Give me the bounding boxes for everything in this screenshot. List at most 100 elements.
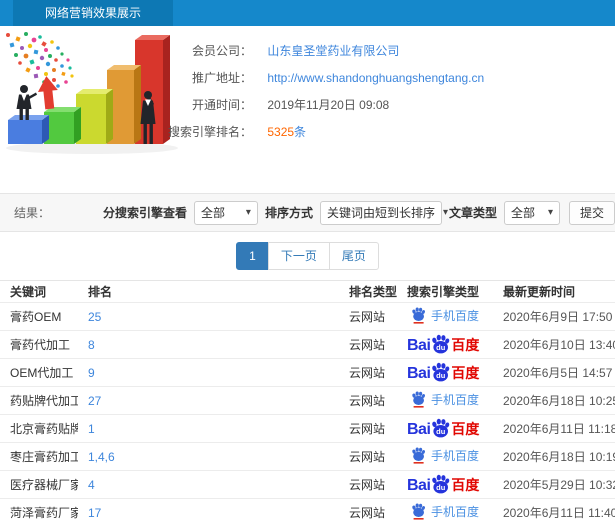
info-row-company: 会员公司： 山东皇圣堂药业有限公司 bbox=[160, 38, 484, 65]
table-row: 药贴牌代加工 27 云网站 手机百度 2020年6月18日 10:25 bbox=[0, 386, 615, 415]
rank-link[interactable]: 1,4,6 bbox=[88, 450, 115, 464]
sort-filter-label: 排序方式 bbox=[264, 206, 313, 220]
bar-green bbox=[44, 107, 81, 144]
engine-cell: Bai du 百度 bbox=[399, 358, 495, 387]
updated-cell: 2020年6月11日 11:40 bbox=[495, 498, 615, 520]
rank-cell: 1 bbox=[78, 414, 339, 443]
info-row-url: 推广地址： http://www.shandonghuangshengtang.… bbox=[160, 65, 484, 92]
rank-link[interactable]: 27 bbox=[88, 394, 101, 408]
promo-url-label: 推广地址： bbox=[191, 71, 252, 85]
engine-cell: Bai du 百度 bbox=[399, 330, 495, 359]
svg-text:du: du bbox=[437, 371, 447, 380]
article-type-label: 文章类型 bbox=[448, 206, 497, 220]
rank-cell: 4 bbox=[78, 470, 339, 499]
updated-cell: 2020年6月18日 10:25 bbox=[495, 386, 615, 415]
baidu-paw-icon bbox=[412, 391, 425, 408]
submit-button[interactable]: 提交 bbox=[568, 200, 615, 225]
rank-type-cell: 云网站 bbox=[339, 330, 399, 359]
open-time-label: 开通时间： bbox=[191, 98, 252, 112]
updated-cell: 2020年5月29日 10:32 bbox=[495, 470, 615, 499]
engine-filter-select[interactable]: 全部 ▾ bbox=[193, 200, 258, 225]
col-updated: 最新更新时间 bbox=[495, 280, 615, 303]
updated-cell: 2020年6月9日 17:50 bbox=[495, 302, 615, 331]
next-page-button[interactable]: 下一页 bbox=[267, 242, 330, 270]
rank-count-value: 5325 bbox=[267, 125, 295, 139]
table-row: OEM代加工 9 云网站 Bai du 百度 2020年6月5日 14:57 bbox=[0, 358, 615, 387]
keyword-cell: 医疗器械厂家 bbox=[0, 470, 78, 499]
engine-name: 手机百度 bbox=[431, 504, 480, 519]
engine-name: 手机百度 bbox=[431, 308, 480, 323]
engine-cell: Bai du 百度 bbox=[399, 470, 495, 499]
member-info-section: 会员公司： 山东皇圣堂药业有限公司 推广地址： http://www.shand… bbox=[0, 26, 615, 193]
open-time-value: 2019年11月20日 09:08 bbox=[267, 98, 390, 112]
up-arrow-icon bbox=[37, 76, 58, 110]
bar-yellow bbox=[76, 89, 113, 144]
updated-cell: 2020年6月18日 10:19 bbox=[495, 442, 615, 471]
engine-cell: Bai du 百度 bbox=[399, 414, 495, 443]
promo-url-link[interactable]: http://www.shandonghuangshengtang.cn bbox=[267, 71, 484, 85]
rank-cell: 8 bbox=[78, 330, 339, 359]
mobile-baidu-badge: 手机百度 bbox=[411, 391, 479, 408]
baidu-logo: Bai du 百度 bbox=[407, 334, 479, 355]
rank-link[interactable]: 17 bbox=[88, 506, 101, 520]
pagination: 1 下一页 尾页 bbox=[236, 242, 379, 270]
keyword-cell: 北京膏药贴牌 bbox=[0, 414, 78, 443]
col-engine-type: 搜索引擎类型 bbox=[399, 280, 495, 303]
article-type-select[interactable]: 全部 ▾ bbox=[503, 200, 560, 225]
table-row: 枣庄膏药加工 1,4,6 云网站 手机百度 2020年6月18日 10:19 bbox=[0, 442, 615, 471]
baidu-logo: Bai du 百度 bbox=[407, 418, 479, 439]
rank-cell: 25 bbox=[78, 302, 339, 331]
rank-cell: 27 bbox=[78, 386, 339, 415]
rank-link[interactable]: 9 bbox=[88, 366, 95, 380]
table-row: 膏药代加工 8 云网站 Bai du 百度 2020年6月10日 13:40 bbox=[0, 330, 615, 359]
info-row-open-time: 开通时间： 2019年11月20日 09:08 bbox=[160, 92, 484, 119]
baidu-paw-icon bbox=[412, 503, 425, 520]
page-1-button[interactable]: 1 bbox=[236, 242, 269, 270]
rank-type-cell: 云网站 bbox=[339, 470, 399, 499]
engine-filter-value: 全部 bbox=[200, 206, 225, 220]
sort-filter-select[interactable]: 关键词由短到长排序 ▾ bbox=[319, 200, 448, 225]
page-title-tab[interactable]: 网络营销效果展示 bbox=[13, 0, 174, 26]
last-page-button[interactable]: 尾页 bbox=[328, 242, 379, 270]
mobile-baidu-badge: 手机百度 bbox=[411, 503, 479, 520]
engine-name: 手机百度 bbox=[431, 448, 480, 463]
rank-type-cell: 云网站 bbox=[339, 498, 399, 520]
svg-text:du: du bbox=[437, 343, 447, 352]
table-row: 医疗器械厂家 4 云网站 Bai du 百度 2020年5月29日 10:32 bbox=[0, 470, 615, 499]
rank-link[interactable]: 8 bbox=[88, 338, 95, 352]
company-label: 会员公司： bbox=[191, 44, 252, 58]
company-link[interactable]: 山东皇圣堂药业有限公司 bbox=[267, 44, 399, 58]
title-bar: 网络营销效果展示 bbox=[0, 0, 615, 26]
engine-cell: 手机百度 bbox=[399, 498, 495, 520]
svg-text:du: du bbox=[437, 427, 447, 436]
rank-type-cell: 云网站 bbox=[339, 302, 399, 331]
rank-link[interactable]: 1 bbox=[88, 422, 95, 436]
baidu-logo: Bai du 百度 bbox=[407, 474, 479, 495]
table-row: 北京膏药贴牌 1 云网站 Bai du 百度 2020年6月11日 11:18 bbox=[0, 414, 615, 443]
updated-cell: 2020年6月5日 14:57 bbox=[495, 358, 615, 387]
engine-cell: 手机百度 bbox=[399, 442, 495, 471]
baidu-paw-icon bbox=[412, 307, 425, 324]
col-rank: 排名 bbox=[78, 280, 339, 303]
rank-cell: 1,4,6 bbox=[78, 442, 339, 471]
info-row-rank-count: 搜索引擎排名： 5325条 bbox=[160, 119, 484, 146]
businessman-left bbox=[16, 85, 37, 120]
baidu-paw-icon: du bbox=[432, 334, 450, 354]
rank-count-unit[interactable]: 条 bbox=[294, 125, 306, 139]
page-title: 网络营销效果展示 bbox=[45, 6, 142, 20]
rank-link[interactable]: 25 bbox=[88, 310, 101, 324]
engine-cell: 手机百度 bbox=[399, 386, 495, 415]
rank-type-cell: 云网站 bbox=[339, 358, 399, 387]
rank-link[interactable]: 4 bbox=[88, 478, 95, 492]
baidu-paw-icon: du bbox=[432, 474, 450, 494]
mobile-baidu-badge: 手机百度 bbox=[411, 447, 479, 464]
rank-type-cell: 云网站 bbox=[339, 386, 399, 415]
engine-filter-label: 分搜索引擎查看 bbox=[102, 206, 187, 220]
rank-count-label: 搜索引擎排名： bbox=[167, 125, 252, 139]
chevron-down-icon: ▾ bbox=[442, 207, 449, 218]
baidu-paw-icon bbox=[412, 447, 425, 464]
svg-text:du: du bbox=[437, 483, 447, 492]
rank-cell: 17 bbox=[78, 498, 339, 520]
keyword-cell: 药贴牌代加工 bbox=[0, 386, 78, 415]
chevron-down-icon: ▾ bbox=[547, 207, 553, 218]
